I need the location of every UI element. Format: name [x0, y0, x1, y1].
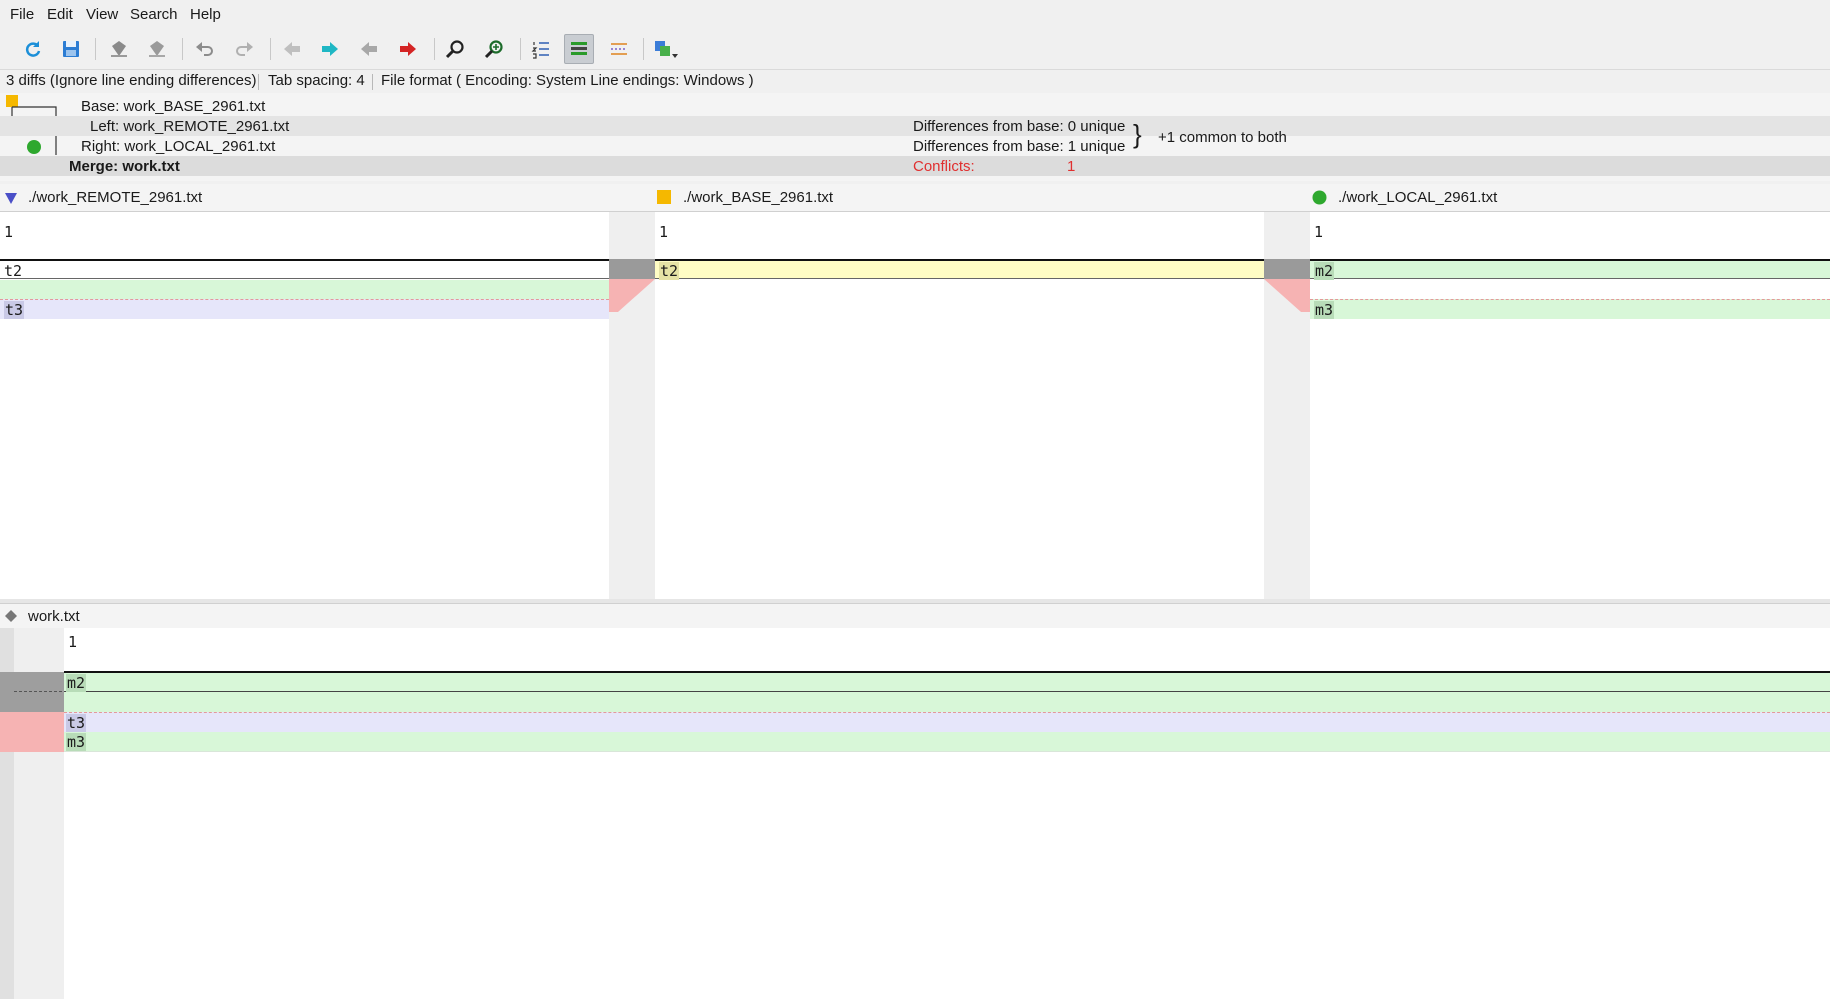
- text-line: 1: [68, 633, 78, 651]
- mark-left-button[interactable]: [104, 34, 134, 64]
- arrow-right-icon: [400, 42, 416, 56]
- text-line: 1: [1314, 223, 1324, 241]
- base-pane-title: ./work_BASE_2961.txt: [683, 189, 834, 206]
- file-format-status[interactable]: File format ( Encoding: System Line endi…: [381, 72, 754, 89]
- right-pane-title: ./work_LOCAL_2961.txt: [1338, 189, 1498, 206]
- text-line: t2: [0, 259, 609, 280]
- base-file-label: Base: work_BASE_2961.txt: [81, 98, 266, 115]
- text-line: m3: [64, 732, 1830, 752]
- common-count: +1 common to both: [1158, 129, 1287, 146]
- merge-info-panel: Base: work_BASE_2961.txt Left: work_REMO…: [0, 93, 1830, 181]
- output-header: work.txt: [0, 603, 1830, 628]
- show-diff-lines-button[interactable]: [564, 34, 594, 64]
- conflicts-label: Conflicts:: [913, 158, 975, 175]
- left-diff-pane[interactable]: 1 t2 t3: [0, 212, 609, 599]
- find-button[interactable]: [440, 34, 470, 64]
- next-diff-button[interactable]: [315, 34, 345, 64]
- base-marker-icon: [657, 190, 671, 204]
- left-pane-title: ./work_REMOTE_2961.txt: [28, 189, 203, 206]
- text-line: t3: [0, 299, 609, 319]
- left-pane-header: ./work_REMOTE_2961.txt: [0, 184, 655, 212]
- menu-file[interactable]: File: [10, 6, 34, 23]
- base-diff-pane[interactable]: 1 t2: [655, 212, 1264, 599]
- menu-edit[interactable]: Edit: [47, 6, 73, 23]
- diff-count-status: 3 diffs (Ignore line ending differences): [6, 72, 257, 89]
- redo-icon: [236, 42, 253, 56]
- output-title: work.txt: [28, 608, 80, 625]
- right-diff-pane[interactable]: 1 m2 m3: [1310, 212, 1830, 599]
- empty-line: [1310, 280, 1830, 299]
- undo-icon: [196, 42, 213, 56]
- text-line: 1: [4, 223, 14, 241]
- left-diff-count: Differences from base: 0 unique: [913, 118, 1126, 135]
- save-button[interactable]: [56, 34, 86, 64]
- text-line: t2: [655, 259, 1264, 280]
- right-diff-count: Differences from base: 1 unique: [913, 138, 1126, 155]
- output-pane[interactable]: 1 m2 t3 m3: [64, 628, 1830, 999]
- right-pane-header: ./work_LOCAL_2961.txt: [1310, 184, 1830, 212]
- diff-marker: [0, 672, 64, 712]
- whitespace-icon: [611, 43, 627, 55]
- conflict-marker: [0, 712, 64, 752]
- text-line: m3: [1310, 299, 1830, 319]
- text-line: m2: [64, 671, 1830, 692]
- arrow-right-icon: [322, 42, 338, 56]
- menu-bar: File Edit View Search Help: [0, 0, 1830, 30]
- reload-button[interactable]: [18, 34, 48, 64]
- merge-file-label: Merge: work.txt: [69, 158, 180, 175]
- magnifier-icon: [484, 40, 503, 59]
- redo-button[interactable]: [229, 34, 259, 64]
- refresh-icon: [25, 41, 41, 57]
- marker-icon: [149, 41, 165, 57]
- line-numbers-icon: [531, 42, 549, 59]
- left-file-label: Left: work_REMOTE_2961.txt: [90, 118, 290, 135]
- next-conflict-button[interactable]: [393, 34, 423, 64]
- output-gutter: [0, 628, 64, 999]
- remote-marker-icon: [5, 193, 17, 204]
- left-gutter: [609, 212, 655, 599]
- save-icon: [63, 41, 79, 57]
- brace-icon: }: [1133, 119, 1142, 149]
- local-marker-icon: [1312, 190, 1327, 205]
- tab-spacing-status[interactable]: Tab spacing: 4: [268, 72, 365, 89]
- arrow-left-icon: [361, 42, 377, 56]
- prev-conflict-button[interactable]: [354, 34, 384, 64]
- show-whitespace-button[interactable]: [604, 34, 634, 64]
- text-line: t3: [64, 712, 1830, 732]
- merge-marker-icon: [5, 610, 17, 622]
- find-next-button[interactable]: [479, 34, 509, 64]
- toolbar: [0, 30, 1830, 66]
- lines-icon: [571, 42, 587, 55]
- line-numbers-button[interactable]: [526, 34, 556, 64]
- text-line: m2: [1310, 259, 1830, 280]
- windows-icon: [655, 41, 678, 58]
- right-file-label: Right: work_LOCAL_2961.txt: [81, 138, 276, 155]
- empty-line: [64, 692, 1830, 712]
- magnifier-icon: [445, 40, 464, 59]
- text-line: 1: [659, 223, 669, 241]
- base-pane-header: ./work_BASE_2961.txt: [655, 184, 1310, 212]
- empty-line: [0, 280, 609, 299]
- conflicts-count: 1: [1067, 158, 1076, 175]
- connector-shape: [609, 259, 655, 312]
- connector-shape: [1264, 259, 1310, 312]
- status-bar: 3 diffs (Ignore line ending differences)…: [0, 69, 1830, 94]
- marker-icon: [111, 41, 127, 57]
- arrow-left-icon: [284, 42, 300, 56]
- right-gutter: [1264, 212, 1310, 599]
- mark-right-button[interactable]: [142, 34, 172, 64]
- prev-diff-button[interactable]: [277, 34, 307, 64]
- windows-button[interactable]: [651, 34, 681, 64]
- diff-marker: [14, 691, 62, 692]
- undo-button[interactable]: [190, 34, 220, 64]
- menu-help[interactable]: Help: [190, 6, 221, 23]
- menu-view[interactable]: View: [86, 6, 118, 23]
- menu-search[interactable]: Search: [130, 6, 178, 23]
